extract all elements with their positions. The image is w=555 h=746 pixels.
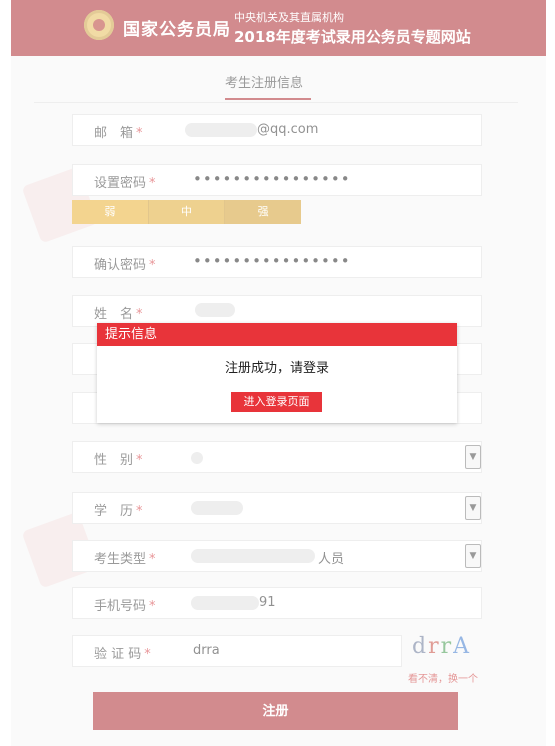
dialog-message: 注册成功，请登录: [224, 361, 329, 376]
dialog-title: 提示信息: [97, 323, 457, 346]
go-login-button[interactable]: 进入登录页面: [231, 392, 322, 412]
success-dialog: 提示信息 注册成功，请登录 进入登录页面: [97, 323, 457, 423]
